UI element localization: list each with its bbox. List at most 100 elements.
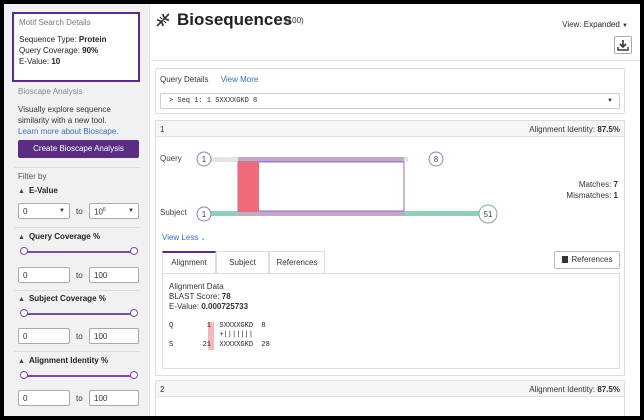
motif-box-title: Motif Search Details	[19, 18, 91, 27]
evalue-label: E-Value:	[19, 57, 50, 66]
alignment-identity-min-handle[interactable]	[20, 371, 28, 379]
caret-down-icon: ▼	[622, 23, 628, 29]
caret-down-icon: ▼	[128, 208, 134, 214]
blast-score-label: BLAST Score:	[169, 292, 220, 301]
create-bioscape-button[interactable]: Create Bioscape Analysis	[18, 140, 139, 158]
main-content: Biosequences (100) View: Expanded ▼ Quer…	[151, 4, 640, 416]
view-more-link[interactable]: View More	[221, 75, 259, 84]
alignment-tab-panel: Alignment Data BLAST Score: 78 E-Value: …	[162, 273, 620, 369]
subject-coverage-max-handle[interactable]	[130, 309, 138, 317]
alignment-identity-label: Alignment Identity:	[529, 385, 596, 394]
query-coverage-slider[interactable]	[24, 251, 134, 253]
subject-coverage-slider[interactable]	[24, 313, 134, 315]
sequence-type-row: Sequence Type: Protein	[19, 34, 133, 45]
subject-start: 1	[202, 210, 207, 219]
page-title: Biosequences	[177, 10, 293, 29]
bioscape-learn-more-link[interactable]: Learn more about Bioscape.	[18, 126, 142, 137]
subject-track-label: Subject	[160, 208, 187, 217]
query-details-card: Query Details View More > Seq 1: 1 SXXXX…	[155, 68, 625, 114]
subject-end: 51	[484, 210, 493, 219]
query-end: 8	[434, 155, 439, 164]
divider	[14, 351, 140, 352]
evalue-filter-header[interactable]: ▲ E-Value	[18, 186, 58, 195]
references-button-label: References	[571, 255, 613, 264]
download-icon	[617, 40, 629, 51]
caret-down-icon: ▼	[607, 98, 613, 104]
query-coverage-max-handle[interactable]	[130, 247, 138, 255]
query-coverage-row: Query Coverage: 90%	[19, 45, 133, 56]
query-coverage-min-handle[interactable]	[20, 247, 28, 255]
alignment-identity-value: 87.5%	[597, 385, 620, 394]
hit-header: 1 Alignment Identity: 87.5%	[156, 121, 624, 137]
query-track-label: Query	[160, 154, 182, 163]
motif-search-details: Motif Search Details Sequence Type: Prot…	[12, 12, 140, 82]
subject-aligned-bar	[238, 211, 404, 216]
alignment-identity-max-handle[interactable]	[130, 371, 138, 379]
bioscape-title: Bioscape Analysis	[18, 87, 83, 96]
alignment-identity-min-input[interactable]: 0	[18, 390, 70, 406]
alignment-identity-max-input[interactable]: 100	[89, 390, 139, 406]
blast-score-row: BLAST Score: 78	[169, 292, 231, 301]
subject-coverage-min-handle[interactable]	[20, 309, 28, 317]
evalue-min-value: 0	[23, 207, 28, 216]
chevron-up-icon: ▲	[18, 358, 25, 365]
app-window: Motif Search Details Sequence Type: Prot…	[4, 4, 640, 416]
matches-value: 7	[613, 180, 618, 189]
query-coverage-filter-label: Query Coverage %	[28, 232, 101, 241]
query-details-header: Query Details View More	[160, 75, 258, 84]
alignment-identity-filter-header[interactable]: ▲ Alignment Identity %	[18, 356, 108, 365]
filter-by-label: Filter by	[18, 172, 47, 181]
mismatches-value: 1	[613, 191, 618, 200]
results-count: (100)	[285, 16, 304, 25]
query-coverage-min-input[interactable]: 0	[18, 267, 70, 283]
query-coverage-label: Query Coverage:	[19, 46, 80, 55]
query-coverage-filter-header[interactable]: ▲ Query Coverage %	[18, 232, 100, 241]
subject-coverage-filter-label: Subject Coverage %	[28, 294, 106, 303]
view-less-label: View Less	[162, 233, 199, 242]
query-coverage-max-input[interactable]: 100	[89, 267, 139, 283]
view-label: View:	[562, 20, 582, 29]
evalue-row: E-Value: 10	[19, 56, 133, 67]
subject-coverage-min-input[interactable]: 0	[18, 328, 70, 344]
mismatch-region	[238, 162, 259, 211]
view-value: Expanded	[583, 20, 620, 29]
alignment-match-line: +|||||||	[169, 331, 254, 339]
chevron-up-icon: ▲	[18, 234, 25, 241]
mismatches-row: Mismatches: 1	[566, 190, 618, 201]
to-label: to	[76, 394, 83, 403]
alignment-region	[237, 161, 405, 212]
hit-card: 2 Alignment Identity: 87.5%	[155, 380, 625, 416]
query-sequence-select[interactable]: > Seq 1: 1 SXXXXGKD 8 ▼	[160, 93, 620, 109]
evalue-value: 10	[51, 57, 61, 66]
download-button[interactable]	[614, 36, 632, 54]
alignment-identity-filter-label: Alignment Identity %	[28, 356, 109, 365]
alignment-subject-line: S 21 XXXXXGKD 28	[169, 341, 270, 349]
matches-label: Matches:	[578, 180, 612, 189]
references-button[interactable]: References	[554, 251, 620, 269]
view-mode-select[interactable]: View: Expanded ▼	[562, 20, 628, 29]
view-less-toggle[interactable]: View Less ⌄	[162, 233, 206, 242]
hit-evalue-row: E-Value: 0.000725733	[169, 302, 248, 311]
alignment-data-title: Alignment Data	[169, 282, 224, 291]
chevron-up-icon: ▲	[18, 188, 25, 195]
alignment-identity-slider[interactable]	[24, 375, 134, 377]
dna-icon	[156, 13, 170, 27]
evalue-max-select[interactable]: 106 ▼	[89, 203, 139, 219]
to-label: to	[76, 271, 83, 280]
divider	[14, 227, 140, 228]
blast-score-value: 78	[221, 292, 231, 301]
query-details-tab[interactable]: Query Details	[160, 75, 208, 84]
tab-subject[interactable]: Subject	[216, 251, 269, 273]
subject-coverage-filter-header[interactable]: ▲ Subject Coverage %	[18, 294, 106, 303]
evalue-min-select[interactable]: 0 ▼	[18, 203, 70, 219]
alignment-query-line: Q 1 SXXXXGKD 8	[169, 322, 266, 330]
alignment-identity: Alignment Identity: 87.5%	[529, 125, 620, 134]
match-stats: Matches: 7 Mismatches: 1	[566, 179, 618, 201]
alignment-diagram: Query Subject 1 8 1 51	[160, 151, 498, 224]
chevron-up-icon: ▲	[18, 296, 25, 303]
tab-alignment[interactable]: Alignment	[162, 251, 216, 273]
book-icon	[561, 256, 568, 263]
tab-references[interactable]: References	[269, 251, 325, 273]
subject-coverage-max-input[interactable]: 100	[89, 328, 139, 344]
sequence-type-label: Sequence Type:	[19, 35, 77, 44]
